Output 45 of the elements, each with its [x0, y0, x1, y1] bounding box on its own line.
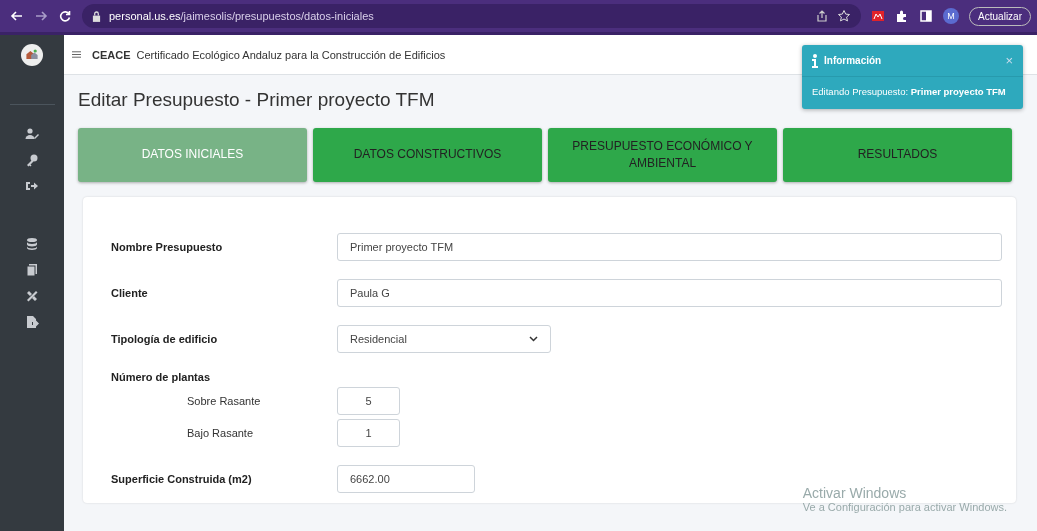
- forward-icon[interactable]: [34, 9, 48, 23]
- field-label: Número de plantas: [111, 371, 212, 383]
- chevron-down-icon: [529, 336, 538, 342]
- activation-notice-text: Ve a Configuración para activar Windows.: [802, 501, 1007, 513]
- menu-icon[interactable]: [72, 50, 81, 59]
- activation-notice-title: Activar Windows: [802, 485, 908, 501]
- toast-title: Información: [824, 55, 882, 66]
- text-field[interactable]: Primer proyecto TFM: [337, 233, 1002, 261]
- sign-out-icon[interactable]: [25, 179, 39, 193]
- page-title: Editar Presupuesto - Primer proyecto TFM: [78, 89, 435, 111]
- logo-icon: [21, 44, 43, 66]
- field-label: Superficie Construida (m2): [111, 473, 253, 485]
- toast-message: Editando Presupuesto: Primer proyecto TFM: [811, 85, 1007, 99]
- text-field[interactable]: 6662.00: [337, 465, 475, 493]
- step-tab[interactable]: PRESUPUESTO ECONÓMICO Y AMBIENTAL: [548, 128, 777, 182]
- text-field[interactable]: Paula G: [337, 279, 1002, 307]
- address-bar[interactable]: personal.us.es/jaimesolis/presupuestos/datos-iniciales: [82, 4, 862, 28]
- field-label: Sobre Rasante: [186, 395, 262, 407]
- select-field[interactable]: Residencial: [337, 325, 551, 353]
- field-label: Nombre Presupuesto: [111, 241, 224, 253]
- number-field[interactable]: 5: [337, 387, 400, 415]
- lock-icon: [92, 10, 101, 22]
- key-icon[interactable]: [25, 153, 39, 167]
- database-icon[interactable]: [25, 237, 39, 251]
- field-label: Bajo Rasante: [186, 427, 255, 439]
- field-label: Tipología de edificio: [111, 333, 219, 345]
- info-icon: [812, 53, 818, 68]
- field-label: Cliente: [111, 287, 149, 299]
- sidebar-icon[interactable]: [919, 9, 934, 23]
- profile-avatar[interactable]: M: [943, 8, 960, 24]
- number-field[interactable]: 1: [337, 419, 400, 447]
- file-export-icon[interactable]: [25, 315, 39, 329]
- url-text: personal.us.es/jaimesolis/presupuestos/datos-iniciales: [109, 10, 374, 22]
- star-icon[interactable]: [837, 9, 852, 23]
- app-subtitle: Certificado Ecológico Andaluz para la Construcción de Edificios: [136, 48, 446, 61]
- extension-icon[interactable]: [871, 9, 886, 23]
- back-icon[interactable]: [10, 9, 24, 23]
- share-icon[interactable]: [815, 9, 830, 23]
- reload-icon[interactable]: [58, 9, 72, 23]
- user-edit-icon[interactable]: [25, 127, 39, 141]
- step-tab[interactable]: RESULTADOS: [783, 128, 1012, 182]
- tools-icon[interactable]: [25, 289, 39, 303]
- copy-icon[interactable]: [25, 263, 39, 277]
- step-tab[interactable]: DATOS CONSTRUCTIVOS: [313, 128, 542, 182]
- brand-name: CEACE: [92, 48, 131, 61]
